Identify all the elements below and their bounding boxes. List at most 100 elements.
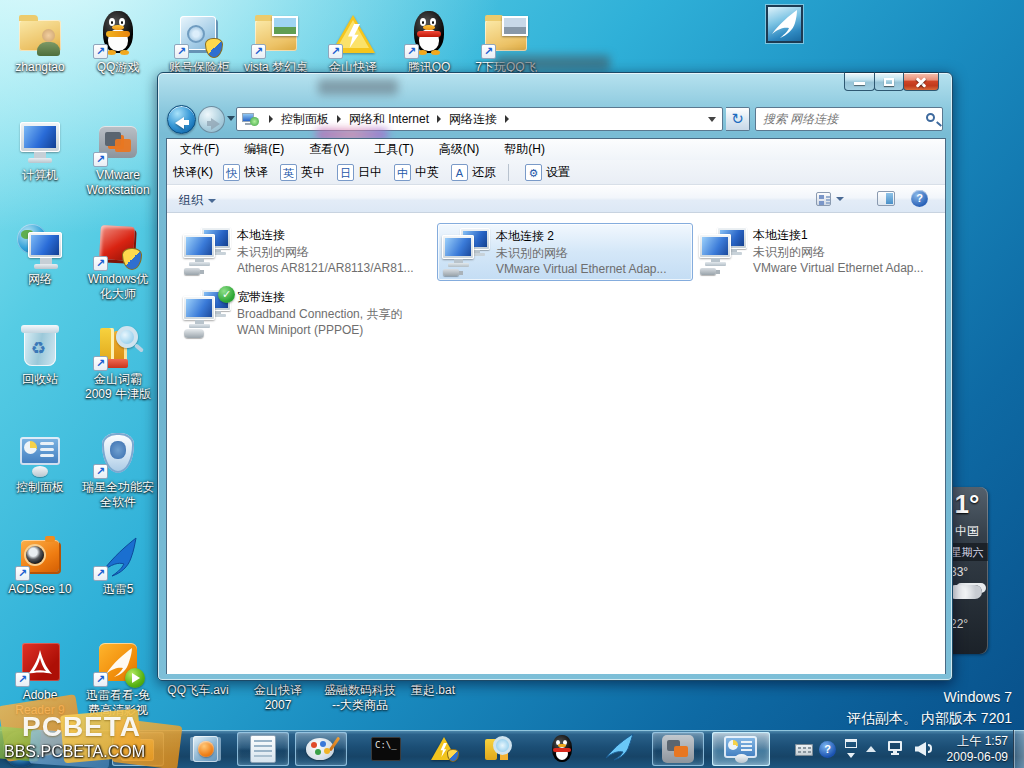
shortcut-arrow-icon: ↗ [251, 44, 266, 59]
desktop-icon-network[interactable]: 网络 [1, 222, 79, 287]
fastait-quick-key[interactable]: 快 [223, 164, 240, 181]
qq-icon [549, 735, 575, 763]
desktop-icon-account-safe[interactable]: ↗ 账号保险柜 [160, 10, 238, 75]
fastait-menu[interactable]: 快译(K) [173, 164, 213, 181]
desktop-icon-adobe-reader[interactable]: ↗ Adobe Reader 9 [10, 638, 70, 718]
network-location-icon [241, 111, 259, 127]
desktop-icon-shengrong[interactable]: 盛融数码科技 --大类商品 [322, 683, 398, 713]
menu-file[interactable]: 文件(F) [180, 141, 219, 158]
language-dropdown-icon[interactable] [847, 753, 855, 758]
change-view-button[interactable] [816, 191, 846, 208]
desktop-icon-tencent-qq[interactable]: ↗ 腾讯QQ [390, 10, 468, 75]
taskbar-thunder-button[interactable] [594, 732, 646, 766]
fastait-settings-label[interactable]: 设置 [546, 164, 570, 181]
start-button[interactable] [3, 731, 39, 767]
organize-button[interactable]: 组织 [179, 192, 216, 209]
menu-help[interactable]: 帮助(H) [504, 141, 545, 158]
close-button[interactable] [903, 72, 939, 91]
connection-item-local1[interactable]: 本地连接 未识别的网络 Atheros AR8121/AR8113/AR81..… [179, 223, 435, 281]
desktop-icon-ciba[interactable]: ↗ 金山词霸 2009 牛津版 [79, 322, 157, 402]
fastait-jp-key[interactable]: 日 [337, 164, 354, 181]
desktop-icon-windows-youhua[interactable]: ↗ Windows优化大师 [85, 222, 151, 302]
refresh-button[interactable]: ↻ [726, 107, 750, 131]
desktop-icon-vista-theme[interactable]: ↗ vista 梦幻桌 [237, 10, 315, 75]
fastait-en-key[interactable]: 英 [280, 164, 297, 181]
taskbar-vmware-button[interactable] [652, 732, 704, 766]
desktop-icon-zhangtao[interactable]: zhangtao [1, 10, 79, 75]
fastait-cn-en-label[interactable]: 中英 [415, 164, 439, 181]
connection-item-broadband[interactable]: ✓ 宽带连接 Broadband Connection, 共享的 WAN Min… [179, 285, 435, 343]
menu-tools[interactable]: 工具(T) [374, 141, 413, 158]
shortcut-arrow-icon: ↗ [93, 152, 108, 167]
connection-item-local2-selected[interactable]: 本地连接 2 未识别的网络 VMware Virtual Ethernet Ad… [437, 223, 693, 281]
desktop-icon-thunder5[interactable]: ↗ 迅雷5 [79, 532, 157, 597]
desktop-icon-vmware[interactable]: ↗ VMware Workstation [79, 118, 157, 198]
menu-advanced[interactable]: 高级(N) [439, 141, 480, 158]
taskbar-media-player-button[interactable] [180, 732, 232, 766]
fastait-quick-label[interactable]: 快译 [244, 164, 268, 181]
recent-pages-chevron[interactable] [227, 116, 235, 121]
minimize-button[interactable] [844, 72, 875, 91]
desktop-icon-qq-game[interactable]: ↗ QQ游戏 [79, 10, 157, 75]
shortcut-arrow-icon: ↗ [93, 356, 108, 371]
desktop-icon-xunlei-kankan[interactable]: ↗ 迅雷看看-免费高清影视 [82, 638, 154, 718]
taskbar-control-panel-button[interactable] [712, 732, 770, 766]
breadcrumb-control-panel[interactable]: 控制面板 [280, 111, 330, 128]
taskbar-clock[interactable]: 上午 1:57 2009-06-09 [947, 733, 1008, 765]
folder-icon [121, 736, 155, 762]
desktop-icon-kingsoft-2007[interactable]: 金山快译 2007 [240, 683, 316, 713]
taskbar-paint-button[interactable] [295, 732, 347, 766]
desktop-icon-restart-bat[interactable]: 重起.bat [398, 683, 468, 698]
breadcrumb-network-internet[interactable]: 网络和 Internet [348, 111, 430, 128]
desktop-icon-recycle-bin[interactable]: 回收站 [1, 322, 79, 387]
preview-pane-button[interactable] [877, 191, 895, 206]
shortcut-arrow-icon: ↗ [174, 44, 189, 59]
taskbar: C:\_ ? 上午 1:57 2009-06-09 [0, 730, 1024, 768]
vmware-icon: ↗ [94, 118, 142, 166]
menu-view[interactable]: 查看(V) [309, 141, 349, 158]
breadcrumb[interactable]: 控制面板 网络和 Internet 网络连接 [236, 107, 723, 131]
media-player-icon [190, 735, 222, 763]
keyboard-tray-icon[interactable] [795, 744, 813, 756]
network-tray-icon[interactable] [888, 741, 902, 751]
rising-shield-icon: ↗ [94, 430, 142, 478]
fastait-restore-label[interactable]: 还原 [472, 164, 496, 181]
taskbar-ciba-button[interactable] [472, 732, 524, 766]
taskbar-cmd-button[interactable]: C:\_ [360, 732, 412, 766]
desktop-icon-acdsee[interactable]: ↗ ACDSee 10 [1, 532, 79, 597]
desktop-icon-kingsoft-fastait[interactable]: ↗ 金山快译 [314, 10, 392, 75]
taskbar-qq-button[interactable] [536, 732, 588, 766]
fastait-settings-icon[interactable]: ⚙ [525, 164, 542, 181]
fastait-restore-key[interactable]: A [451, 164, 468, 181]
desktop-icon-qq-speed-avi[interactable]: QQ飞车.avi [155, 683, 241, 698]
address-dropdown-arrow[interactable] [708, 117, 716, 122]
user-folder-icon [16, 10, 64, 58]
desktop-icon-control-panel[interactable]: 控制面板 [1, 430, 79, 495]
maximize-button[interactable] [874, 72, 904, 91]
taskbar-explorer-button[interactable] [112, 732, 164, 766]
desktop-icon-rising[interactable]: ↗ 瑞星全功能安全软件 [79, 430, 157, 510]
taskbar-notepad-button[interactable] [237, 732, 289, 766]
show-hidden-icons-arrow[interactable] [866, 746, 876, 752]
help-button[interactable]: ? [911, 190, 928, 207]
kankan-icon: ↗ [94, 638, 142, 686]
language-bar-icon[interactable] [845, 739, 857, 748]
fastait-cn-key[interactable]: 中 [394, 164, 411, 181]
thunder-widget[interactable] [766, 5, 803, 43]
search-input[interactable]: 搜索 网络连接 [755, 107, 943, 131]
menu-edit[interactable]: 编辑(E) [244, 141, 284, 158]
volume-tray-icon[interactable] [915, 742, 926, 756]
desktop-icon-computer[interactable]: 计算机 [1, 118, 79, 183]
back-button[interactable] [167, 105, 196, 134]
connection-item-local3[interactable]: 本地连接1 未识别的网络 VMware Virtual Ethernet Ada… [695, 223, 951, 281]
forward-button[interactable] [198, 106, 225, 133]
taskbar-kingsoft-button[interactable] [418, 732, 470, 766]
fastait-jp-cn-label[interactable]: 日中 [358, 164, 382, 181]
show-desktop-button[interactable] [1013, 730, 1024, 768]
fastait-en-cn-label[interactable]: 英中 [301, 164, 325, 181]
breadcrumb-network-connections[interactable]: 网络连接 [448, 111, 498, 128]
qq-game-icon: ↗ [94, 10, 142, 58]
help-tray-icon[interactable]: ? [819, 741, 836, 758]
optimizer-cube-icon: ↗ [94, 222, 142, 270]
desktop: zhangtao ↗ QQ游戏 ↗ 账号保险柜 ↗ vista 梦幻桌 ↗ 金山… [0, 0, 1024, 768]
